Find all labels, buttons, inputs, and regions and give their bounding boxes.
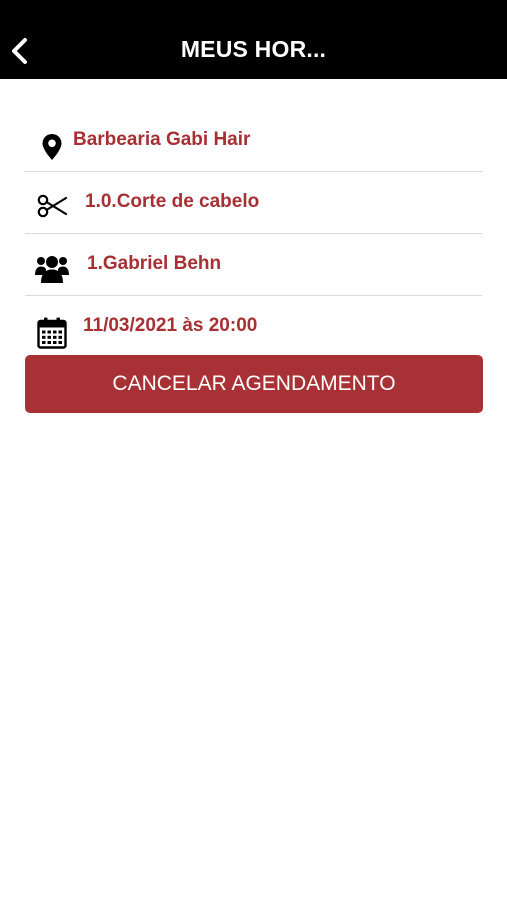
location-text: Barbearia Gabi Hair [73, 129, 251, 150]
cancel-appointment-button[interactable]: CANCELAR AGENDAMENTO [25, 355, 483, 413]
appointment-screen: MEUS HOR... Barbearia Gabi Hair 1.0.Cort… [0, 0, 507, 900]
page-title: MEUS HOR... [180, 36, 327, 62]
professional-text: 1.Gabriel Behn [87, 253, 222, 274]
professional-row: 1.Gabriel Behn [25, 234, 482, 296]
location-row: Barbearia Gabi Hair [25, 110, 482, 172]
top-bar: MEUS HOR... [0, 0, 507, 79]
appointment-details: Barbearia Gabi Hair 1.0.Corte de cabelo [25, 110, 482, 357]
users-icon [35, 251, 69, 285]
datetime-text: 11/03/2021 às 20:00 [83, 315, 258, 336]
service-row: 1.0.Corte de cabelo [25, 172, 482, 234]
scissors-icon [35, 189, 69, 223]
calendar-icon [35, 316, 69, 350]
service-text: 1.0.Corte de cabelo [85, 191, 260, 212]
map-pin-icon [35, 130, 69, 164]
datetime-row: 11/03/2021 às 20:00 [25, 296, 482, 357]
